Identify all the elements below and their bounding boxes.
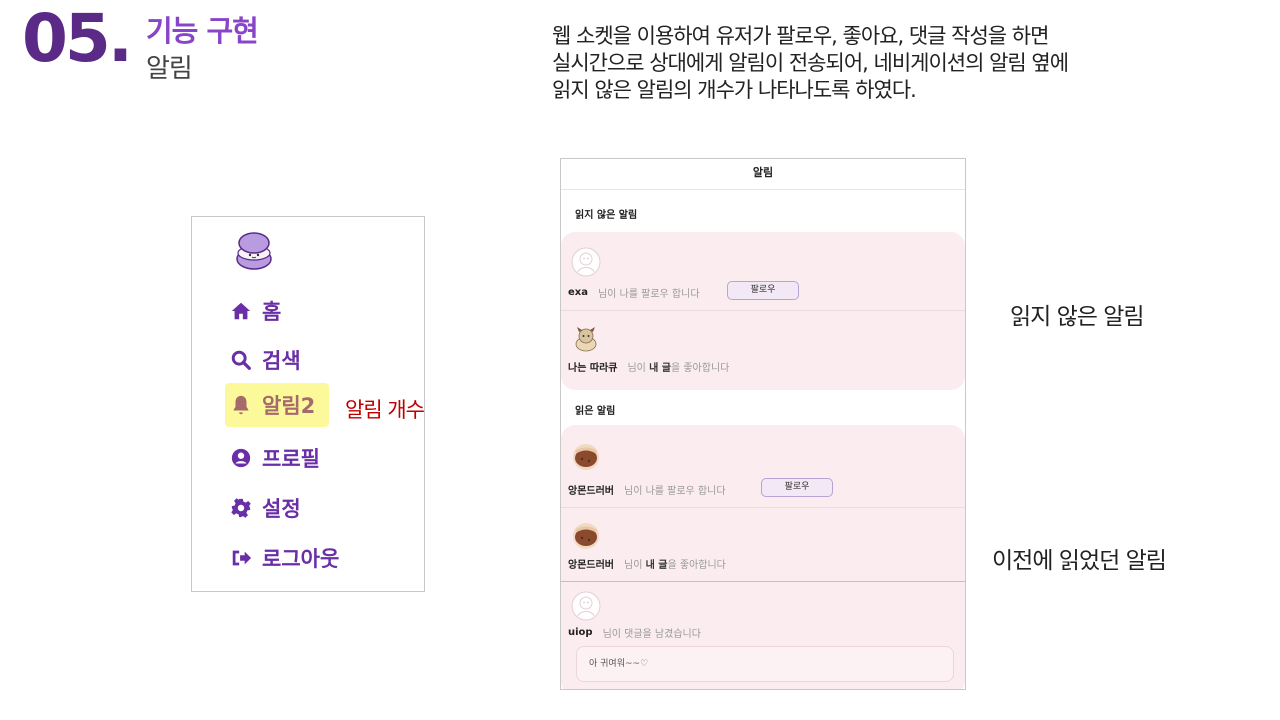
unread-card: exa 님이 나를 팔로우 합니다 팔로우 나는 따라큐 님이 내 글을 좋아합… [561, 232, 965, 390]
nickname[interactable]: 앙몬드러버 [568, 482, 614, 497]
post-link[interactable]: 내 글 [646, 560, 668, 571]
list-item[interactable]: 앙몬드러버 님이 내 글을 좋아합니다 [561, 507, 965, 581]
bell-icon [233, 395, 249, 415]
nav-item-label: 프로필 [262, 447, 320, 471]
nav-item-label: 홈 [262, 300, 282, 324]
message: 님이 내 글을 좋아합니다 [624, 556, 726, 571]
cookie-avatar-icon [573, 523, 599, 549]
macaron-logo-icon[interactable] [232, 229, 276, 273]
character-avatar-icon [575, 327, 597, 352]
description-line: 읽지 않은 알림의 개수가 나타나도록 하였다. [552, 78, 917, 102]
section-number: 05. [22, 0, 133, 77]
unread-annotation: 읽지 않은 알림 [1010, 304, 1145, 330]
user-circle-icon [231, 448, 251, 468]
gear-icon [231, 498, 251, 518]
follow-button[interactable]: 팔로우 [761, 478, 833, 497]
nav-item-home[interactable]: 홈 [230, 296, 281, 326]
unread-section-label: 읽지 않은 알림 [575, 210, 638, 221]
nav-item-settings[interactable]: 설정 [230, 493, 301, 523]
nav-item-search[interactable]: 검색 [230, 345, 301, 375]
read-card: 앙몬드러버 님이 나를 팔로우 합니다 팔로우 앙몬드러버 님이 내 글을 좋아… [561, 425, 965, 689]
nav-item-alarm[interactable]: 알림2 [225, 383, 329, 427]
logout-icon [232, 550, 252, 566]
description-line: 실시간으로 상대에게 알림이 전송되어, 네비게이션의 알림 옆에 [552, 51, 1069, 75]
section-title: 기능 구현 [146, 14, 259, 48]
notification-text: exa 님이 나를 팔로우 합니다 [568, 285, 700, 300]
follow-button[interactable]: 팔로우 [727, 281, 799, 300]
message: 님이 댓글을 남겼습니다 [602, 629, 701, 640]
nickname[interactable]: 앙몬드러버 [568, 556, 614, 571]
alarm-count-annotation: 알림 개수 [345, 398, 425, 422]
cookie-avatar-icon [573, 444, 599, 470]
notification-text: 나는 따라큐 님이 내 글을 좋아합니다 [568, 359, 729, 374]
nav-item-label: 검색 [262, 349, 301, 373]
message-suffix: 을 좋아합니다 [670, 363, 730, 374]
read-section-label: 읽은 알림 [575, 406, 616, 417]
comment-preview[interactable]: 아 귀여워~~♡ [576, 646, 954, 682]
list-item[interactable]: 앙몬드러버 님이 나를 팔로우 합니다 팔로우 [561, 425, 965, 507]
list-item[interactable]: uiop 님이 댓글을 남겼습니다 아 귀여워~~♡ [561, 581, 965, 689]
nav-item-label: 설정 [262, 497, 301, 521]
section-subtitle: 알림 [146, 54, 193, 84]
notification-text: uiop 님이 댓글을 남겼습니다 [568, 625, 701, 640]
read-annotation: 이전에 읽었던 알림 [992, 548, 1167, 574]
nav-item-profile[interactable]: 프로필 [230, 443, 320, 473]
post-link[interactable]: 내 글 [649, 363, 671, 374]
description: 웹 소켓을 이용하여 유저가 팔로우, 좋아요, 댓글 작성을 하면 실시간으로… [552, 23, 1192, 104]
list-item[interactable]: exa 님이 나를 팔로우 합니다 팔로우 [561, 232, 965, 310]
message: 님이 나를 팔로우 합니다 [624, 486, 726, 497]
default-avatar-icon [571, 591, 601, 621]
nav-item-label: 로그아웃 [262, 547, 340, 571]
list-item[interactable]: 나는 따라큐 님이 내 글을 좋아합니다 [561, 310, 965, 390]
nickname[interactable]: 나는 따라큐 [568, 359, 617, 374]
default-avatar-icon [571, 247, 601, 277]
message: 님이 내 글을 좋아합니다 [627, 359, 729, 374]
nickname[interactable]: exa [568, 287, 588, 298]
nav-item-label: 알림2 [262, 394, 316, 418]
message-suffix: 을 좋아합니다 [667, 560, 726, 571]
notification-text: 앙몬드러버 님이 나를 팔로우 합니다 [568, 482, 726, 497]
notification-panel: 알림 읽지 않은 알림 exa 님이 나를 팔로우 합니다 팔로우 나는 따라큐… [560, 158, 966, 690]
notification-text: 앙몬드러버 님이 내 글을 좋아합니다 [568, 556, 726, 571]
search-icon [231, 350, 251, 370]
nickname[interactable]: uiop [568, 627, 593, 638]
message-prefix: 님이 [627, 363, 650, 374]
message: 님이 나를 팔로우 합니다 [597, 289, 700, 300]
description-line: 웹 소켓을 이용하여 유저가 팔로우, 좋아요, 댓글 작성을 하면 [552, 24, 1049, 48]
nav-item-logout[interactable]: 로그아웃 [230, 543, 339, 573]
home-icon [231, 302, 251, 320]
notification-title: 알림 [561, 159, 965, 190]
message-prefix: 님이 [624, 560, 646, 571]
